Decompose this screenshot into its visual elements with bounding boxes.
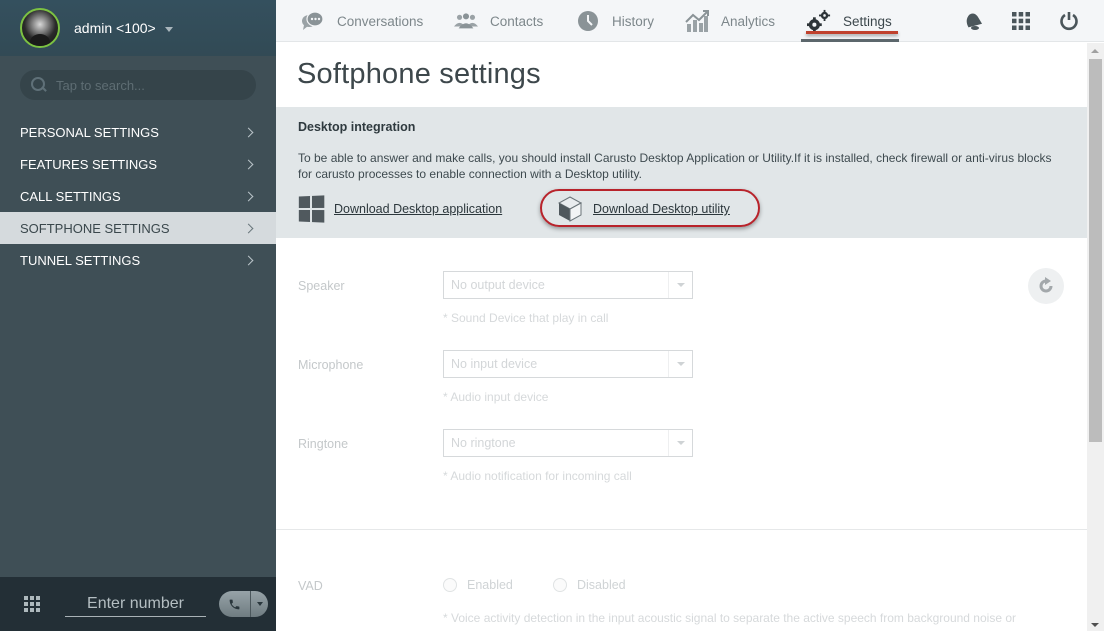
tab-label: Analytics xyxy=(721,13,776,29)
refresh-devices-button[interactable] xyxy=(1028,268,1064,304)
microphone-value: No input device xyxy=(451,357,538,371)
user-name[interactable]: admin <100> xyxy=(74,20,156,36)
download-desktop-application-link[interactable]: Download Desktop application xyxy=(298,195,503,223)
microphone-select[interactable]: No input device xyxy=(443,350,693,378)
page-title: Softphone settings xyxy=(297,58,541,90)
tab-label: Settings xyxy=(843,13,892,29)
ringtone-label: Ringtone xyxy=(298,437,349,451)
main-content: Softphone settings Desktop integration T… xyxy=(276,43,1087,631)
sidebar-item-personal-settings[interactable]: PERSONAL SETTINGS xyxy=(0,116,276,148)
desktop-integration-panel: Desktop integration To be able to answer… xyxy=(276,107,1087,238)
ringtone-select[interactable]: No ringtone xyxy=(443,429,693,457)
radio-circle[interactable] xyxy=(553,578,567,592)
sidebar-item-label: SOFTPHONE SETTINGS xyxy=(20,220,170,236)
download-utility-label: Download Desktop utility xyxy=(593,202,730,216)
user-header[interactable]: admin <100> xyxy=(0,0,276,56)
windows-icon xyxy=(298,195,325,223)
bell-icon[interactable] xyxy=(961,9,985,33)
tab-conversations[interactable]: Conversations xyxy=(301,0,423,42)
chevron-right-icon xyxy=(243,127,254,137)
download-app-label: Download Desktop application xyxy=(334,202,503,216)
section-divider xyxy=(276,529,1087,530)
sidebar-item-label: TUNNEL SETTINGS xyxy=(20,252,141,268)
scroll-up-arrow-icon[interactable] xyxy=(1091,49,1099,53)
tab-settings[interactable]: Settings xyxy=(807,0,892,42)
top-nav: Conversations Contacts History Analytics… xyxy=(276,0,1104,42)
settings-nav: PERSONAL SETTINGS FEATURES SETTINGS CALL… xyxy=(0,116,276,276)
integration-description: To be able to answer and make calls, you… xyxy=(298,151,1052,181)
tab-label: Contacts xyxy=(490,13,544,29)
power-icon[interactable] xyxy=(1057,9,1081,33)
sidebar-item-tunnel-settings[interactable]: TUNNEL SETTINGS xyxy=(0,244,276,276)
sidebar-item-label: PERSONAL SETTINGS xyxy=(20,124,159,140)
search-input[interactable] xyxy=(56,77,246,93)
radio-label: Enabled xyxy=(467,578,513,592)
microphone-hint: * Audio input device xyxy=(443,390,549,404)
vad-disabled-radio[interactable]: Disabled xyxy=(553,578,626,592)
sidebar-item-label: FEATURES SETTINGS xyxy=(20,156,157,172)
tab-analytics[interactable]: Analytics xyxy=(685,0,775,42)
chevron-down-icon[interactable] xyxy=(164,26,173,32)
caret-down-icon xyxy=(256,602,263,606)
dialpad-icon[interactable] xyxy=(24,596,40,612)
sidebar-item-features-settings[interactable]: FEATURES SETTINGS xyxy=(0,148,276,180)
analytics-icon xyxy=(685,10,709,32)
gears-icon xyxy=(807,9,831,33)
speaker-hint: * Sound Device that play in call xyxy=(443,311,609,325)
sidebar-item-label: CALL SETTINGS xyxy=(20,188,121,204)
scroll-thumb[interactable] xyxy=(1089,59,1102,442)
number-input[interactable] xyxy=(65,591,206,617)
active-tab-indicator xyxy=(806,31,898,34)
contacts-icon xyxy=(454,10,478,32)
apps-grid-icon[interactable] xyxy=(1009,9,1033,33)
caret-down-icon xyxy=(668,430,692,456)
active-tab-bar xyxy=(801,39,899,42)
vad-label: VAD xyxy=(298,579,323,593)
cube-icon xyxy=(557,196,583,222)
sidebar: admin <100> PERSONAL SETTINGS FEATURES S… xyxy=(0,0,276,631)
chevron-right-icon xyxy=(243,159,254,169)
sidebar-item-call-settings[interactable]: CALL SETTINGS xyxy=(0,180,276,212)
search-icon xyxy=(30,76,48,94)
chevron-right-icon xyxy=(243,255,254,265)
sidebar-item-softphone-settings[interactable]: SOFTPHONE SETTINGS xyxy=(0,212,276,244)
phone-icon[interactable] xyxy=(219,591,251,617)
vad-enabled-radio[interactable]: Enabled xyxy=(443,578,513,592)
download-desktop-utility-link[interactable]: Download Desktop utility xyxy=(557,196,730,222)
tab-history[interactable]: History xyxy=(576,0,654,42)
radio-circle[interactable] xyxy=(443,578,457,592)
tab-label: History xyxy=(612,13,655,29)
call-button[interactable] xyxy=(219,591,268,617)
speaker-select[interactable]: No output device xyxy=(443,271,693,299)
tab-label: Conversations xyxy=(337,13,424,29)
integration-title: Desktop integration xyxy=(298,120,416,134)
scroll-down-arrow-icon[interactable] xyxy=(1091,623,1099,627)
chevron-right-icon xyxy=(243,191,254,201)
ringtone-value: No ringtone xyxy=(451,436,516,450)
tab-contacts[interactable]: Contacts xyxy=(454,0,543,42)
chat-bubbles-icon xyxy=(301,10,325,32)
radio-label: Disabled xyxy=(577,578,626,592)
vertical-scrollbar[interactable] xyxy=(1087,43,1104,631)
speaker-value: No output device xyxy=(451,278,545,292)
clock-icon xyxy=(576,10,600,32)
chevron-right-icon xyxy=(243,223,254,233)
call-options-dropdown[interactable] xyxy=(251,602,268,606)
caret-down-icon xyxy=(668,272,692,298)
vad-hint: * Voice activity detection in the input … xyxy=(443,611,1016,625)
caret-down-icon xyxy=(668,351,692,377)
dialer-bar xyxy=(0,577,276,631)
avatar[interactable] xyxy=(20,8,60,48)
ringtone-hint: * Audio notification for incoming call xyxy=(443,469,632,483)
microphone-label: Microphone xyxy=(298,358,364,372)
speaker-label: Speaker xyxy=(298,279,345,293)
search-box[interactable] xyxy=(20,70,256,100)
refresh-icon xyxy=(1039,277,1053,293)
